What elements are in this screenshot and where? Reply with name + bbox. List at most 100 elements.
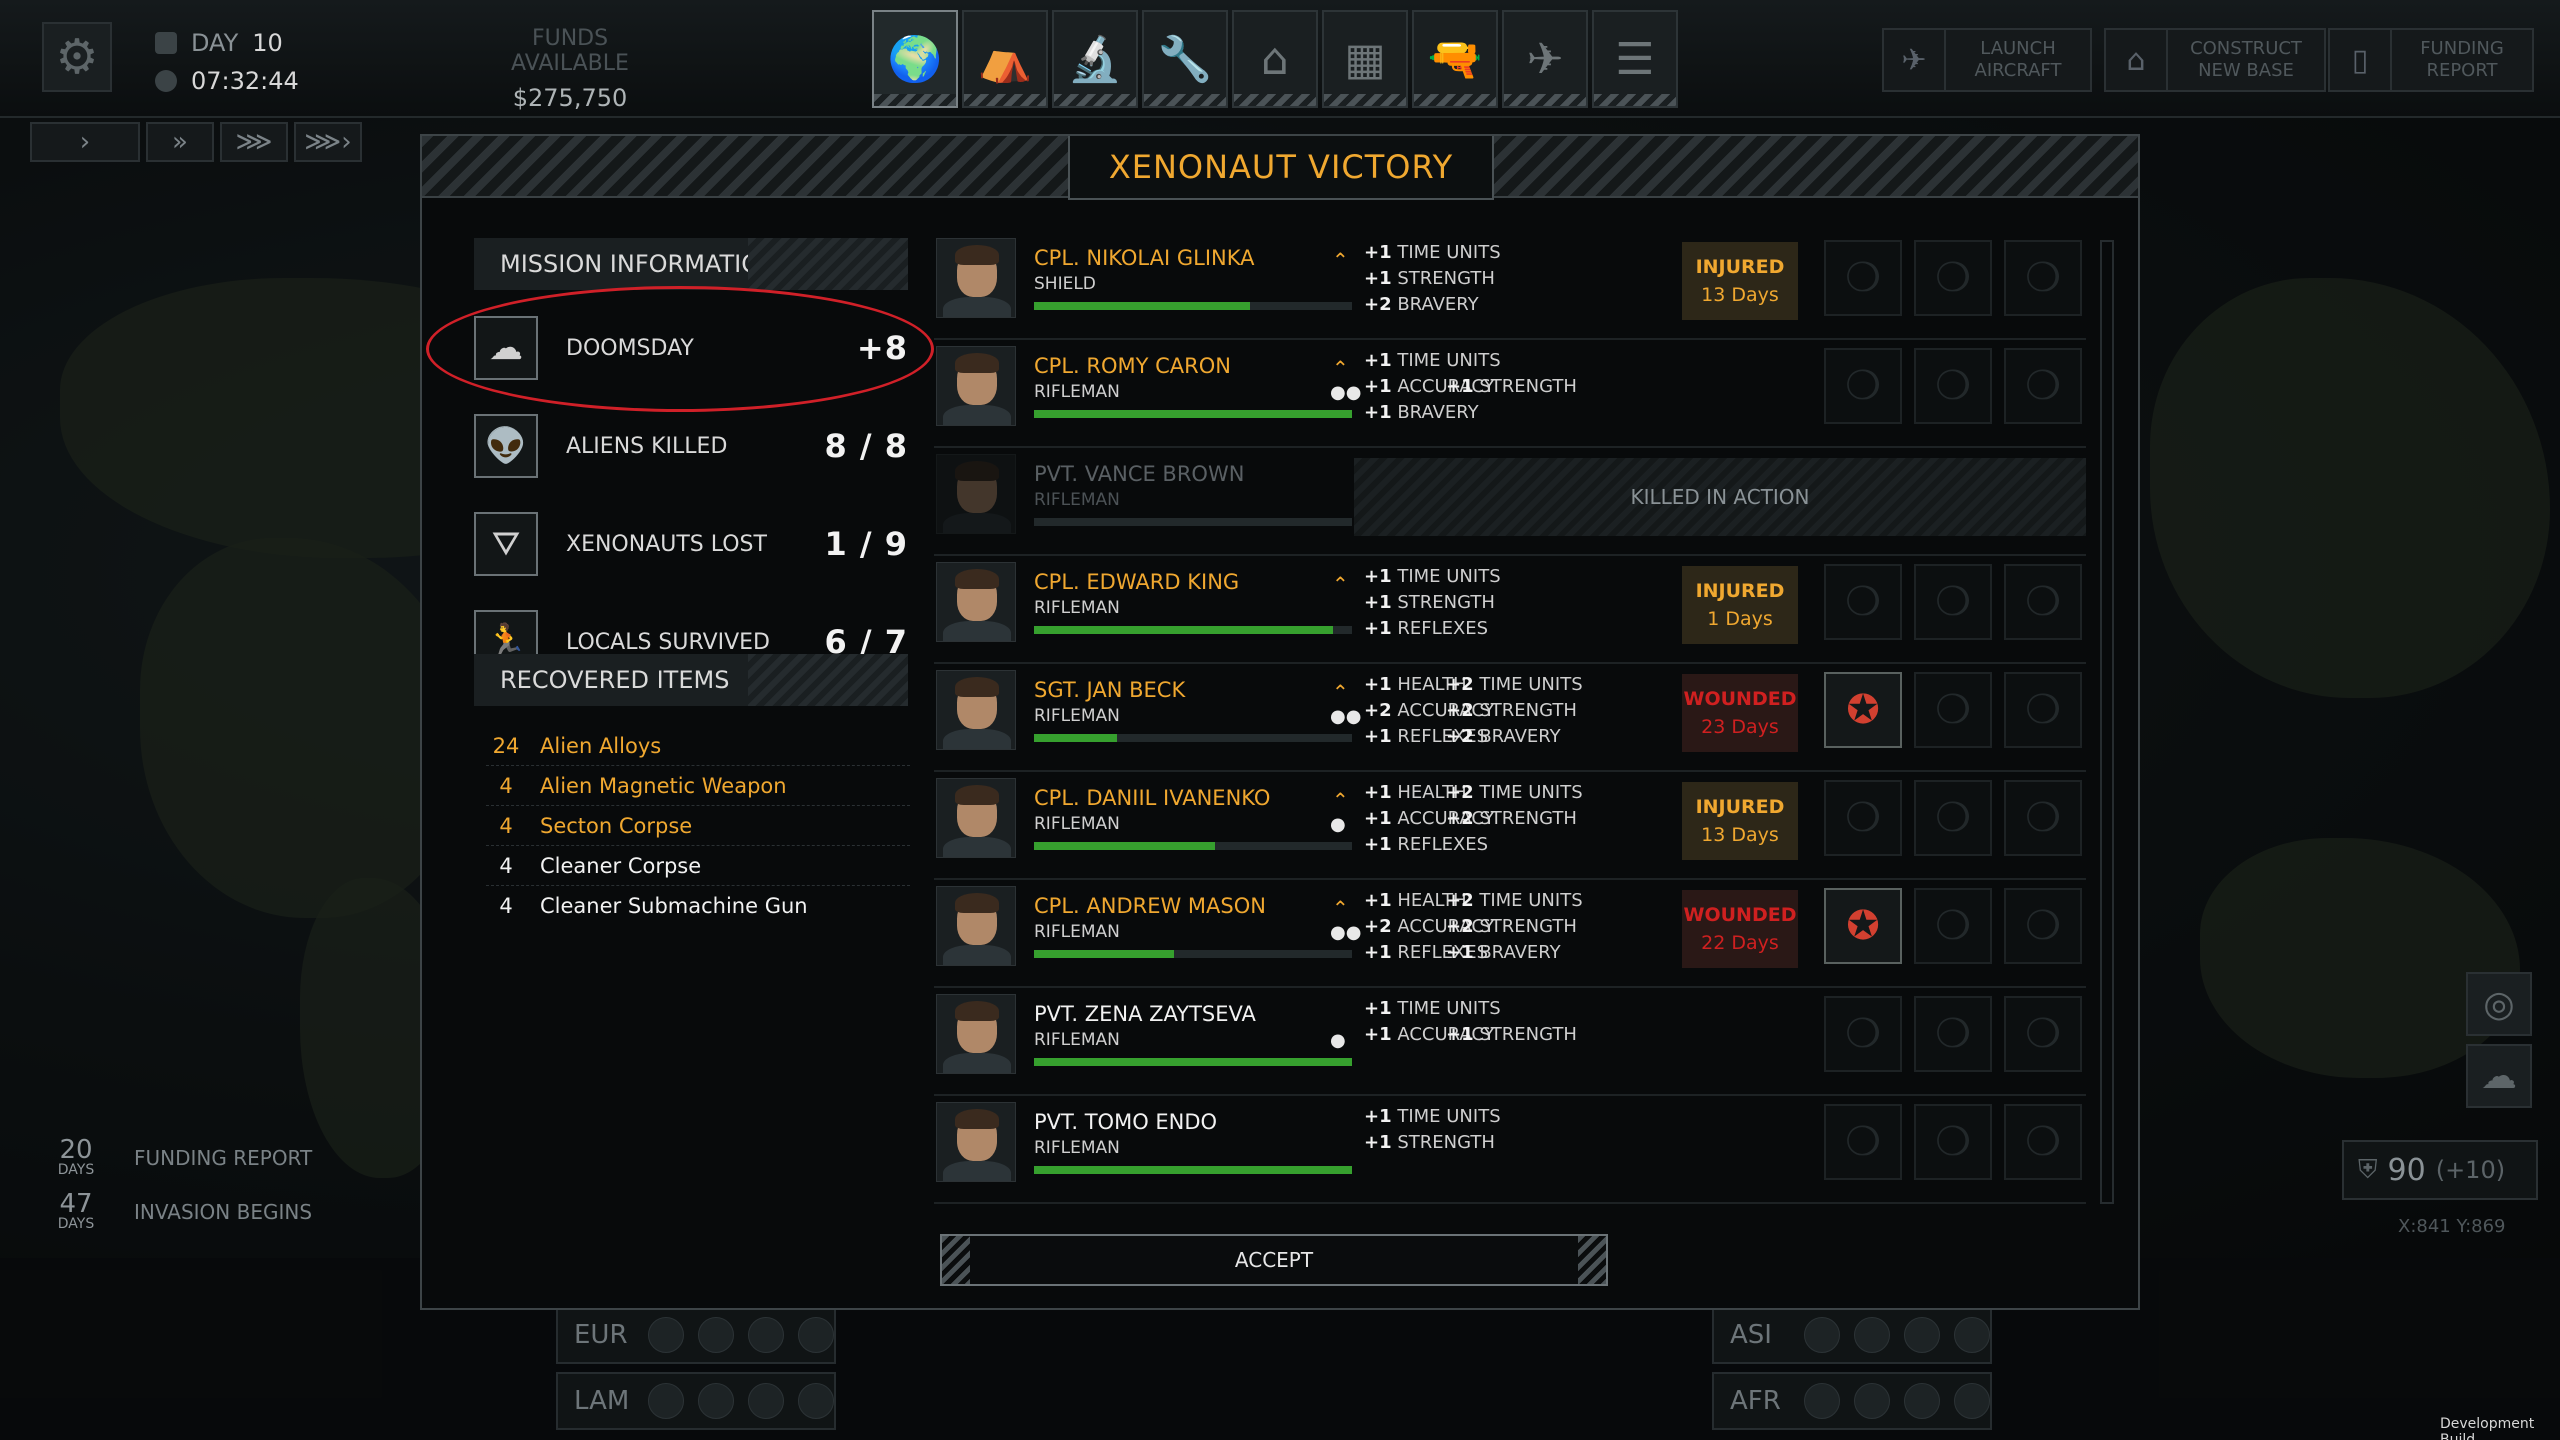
- soldier-name: CPL. NIKOLAI GLINKA: [1034, 246, 1255, 270]
- medal-slot-icon[interactable]: ❍: [1914, 780, 1992, 856]
- soldier-row[interactable]: CPL. ROMY CARON RIFLEMAN ⌃ ●● +1 TIME UNIT…: [934, 340, 2086, 448]
- accept-button[interactable]: ACCEPT: [940, 1234, 1608, 1286]
- medal-slot-icon[interactable]: ❍: [2004, 240, 2082, 316]
- region-asi[interactable]: ASI: [1712, 1306, 1992, 1364]
- soldier-row[interactable]: CPL. ANDREW MASON RIFLEMAN ⌃ ●● +1 HEALTH +…: [934, 880, 2086, 988]
- medal-slot-icon[interactable]: ❍: [1824, 780, 1902, 856]
- medal-slot-icon[interactable]: ❍: [1914, 888, 1992, 964]
- medal-slot-icon[interactable]: ❍: [2004, 672, 2082, 748]
- soldier-portrait: [936, 1102, 1016, 1182]
- soldier-class: RIFLEMAN: [1034, 1138, 1120, 1158]
- soldier-portrait: [936, 562, 1016, 642]
- medal-slots: ❍ ❍ ❍: [1824, 348, 2082, 424]
- soldier-row[interactable]: PVT. TOMO ENDO RIFLEMAN +1 TIME UNITS +1 …: [934, 1096, 2086, 1204]
- medal-awarded-icon[interactable]: ✪: [1824, 888, 1902, 964]
- region-lam[interactable]: LAM: [556, 1372, 836, 1430]
- stats-icon[interactable]: ☰: [1592, 10, 1678, 108]
- stat-gain: +1 TIME UNITS: [1364, 1106, 1501, 1127]
- stat-gain: +2 TIME UNITS: [1446, 782, 1583, 803]
- countdown-label: FUNDING REPORT: [134, 1146, 313, 1170]
- aircraft-icon[interactable]: ✈: [1502, 10, 1588, 108]
- soldiers-icon[interactable]: ⌂: [1232, 10, 1318, 108]
- medal-slot-icon[interactable]: ❍: [1824, 996, 1902, 1072]
- dev-build-label: Development Build: [2440, 1416, 2535, 1440]
- soldier-portrait: [936, 454, 1016, 534]
- kill-skull-icons: ●: [1330, 814, 1346, 835]
- stat-gain: +2 STRENGTH: [1446, 916, 1577, 937]
- dialog-title: XENONAUT VICTORY: [1068, 136, 1494, 200]
- medal-slot-icon[interactable]: ❍: [1914, 240, 1992, 316]
- medal-slot-icon[interactable]: ❍: [1914, 1104, 1992, 1180]
- settings-gear-icon[interactable]: ⚙: [42, 22, 112, 92]
- stat-gain: [1446, 348, 1577, 374]
- medal-slot-icon[interactable]: ❍: [2004, 1104, 2082, 1180]
- globe-icon[interactable]: 🌍: [872, 10, 958, 108]
- medal-slots: ❍ ❍ ❍: [1824, 240, 2082, 316]
- radar-icon[interactable]: ◎: [2466, 972, 2532, 1036]
- soldier-row[interactable]: CPL. EDWARD KING RIFLEMAN ⌃ +1 TIME UNITS…: [934, 556, 2086, 664]
- soldier-portrait: [936, 886, 1016, 966]
- top-bar: ⚙ DAY 10 07:32:44 FUNDS AVAILABLE $275,7…: [0, 0, 2560, 118]
- soldier-name: PVT. ZENA ZAYTSEVA: [1034, 1002, 1256, 1026]
- medal-slot-icon[interactable]: ❍: [2004, 564, 2082, 640]
- mission-stat-label: XENONAUTS LOST: [566, 531, 767, 557]
- status-days: 23 Days: [1701, 716, 1779, 738]
- launch-aircraft-button[interactable]: ✈ LAUNCH AIRCRAFT: [1882, 28, 2092, 92]
- soldier-row[interactable]: PVT. VANCE BROWN RIFLEMAN KILLED IN ACTI…: [934, 448, 2086, 556]
- weapon-icon[interactable]: 🔫: [1412, 10, 1498, 108]
- medal-slot-icon[interactable]: ❍: [1824, 564, 1902, 640]
- countdown-days: 47: [59, 1189, 93, 1219]
- experience-bar: [1034, 950, 1352, 958]
- recovered-items-list: 24 Alien Alloys 4 Alien Magnetic Weapon 4 …: [486, 726, 910, 926]
- medal-slot-icon[interactable]: ❍: [2004, 348, 2082, 424]
- stat-gain: +2 TIME UNITS: [1446, 890, 1583, 911]
- medal-slot-icon[interactable]: ❍: [1914, 996, 1992, 1072]
- soldier-row[interactable]: SGT. JAN BECK RIFLEMAN ⌃ ●● +1 HEALTH +2 AC…: [934, 664, 2086, 772]
- medal-slot-icon[interactable]: ❍: [1914, 564, 1992, 640]
- soldier-row[interactable]: CPL. DANIIL IVANENKO RIFLEMAN ⌃ ● +1 HEALT…: [934, 772, 2086, 880]
- soldier-row[interactable]: PVT. ZENA ZAYTSEVA RIFLEMAN ● +1 TIME UNI…: [934, 988, 2086, 1096]
- speed-4-button[interactable]: ⋙›: [294, 122, 362, 162]
- medal-slot-icon[interactable]: ❍: [1914, 672, 1992, 748]
- medal-slot-icon[interactable]: ❍: [1824, 348, 1902, 424]
- speed-2-button[interactable]: »: [146, 122, 214, 162]
- medal-slot-icon[interactable]: ❍: [2004, 996, 2082, 1072]
- region-eur[interactable]: EUR: [556, 1306, 836, 1364]
- soldier-portrait: [936, 238, 1016, 318]
- clock-icon: [155, 70, 177, 92]
- soldier-row[interactable]: CPL. NIKOLAI GLINKA SHIELD ⌃ +1 TIME UNIT…: [934, 232, 2086, 340]
- kill-skull-icons: ●●: [1330, 382, 1362, 403]
- mission-stat-label: ALIENS KILLED: [566, 433, 728, 459]
- soldier-portrait: [936, 670, 1016, 750]
- scrollbar[interactable]: [2100, 240, 2114, 1204]
- victory-dialog: XENONAUT VICTORY MISSION INFORMATION ☁ D…: [420, 134, 2140, 1310]
- funding-report-button[interactable]: ▯ FUNDING REPORT: [2328, 28, 2534, 92]
- engineering-icon[interactable]: 🔧: [1142, 10, 1228, 108]
- nuke-map-icon[interactable]: ☁: [2466, 1044, 2532, 1108]
- funds-label: FUNDS AVAILABLE: [511, 26, 629, 76]
- medal-slot-icon[interactable]: ❍: [1914, 348, 1992, 424]
- item-quantity: 4: [499, 773, 513, 798]
- base-icon[interactable]: ▦: [1322, 10, 1408, 108]
- medal-slot-icon[interactable]: ❍: [1824, 1104, 1902, 1180]
- status-days: 13 Days: [1701, 284, 1779, 306]
- medal-awarded-icon[interactable]: ✪: [1824, 672, 1902, 748]
- soldier-status-badge: INJURED 13 Days: [1682, 242, 1798, 320]
- medal-slot-icon[interactable]: ❍: [1824, 240, 1902, 316]
- kill-skull-icons: ●: [1330, 1030, 1346, 1051]
- soldier-status-badge: WOUNDED 22 Days: [1682, 890, 1798, 968]
- hangar-icon[interactable]: ⛺: [962, 10, 1048, 108]
- speed-1-button[interactable]: ›: [30, 122, 140, 162]
- stat-gain: +2 BRAVERY: [1446, 726, 1561, 747]
- soldier-class: SHIELD: [1034, 274, 1096, 294]
- construct-base-button[interactable]: ⌂ CONSTRUCT NEW BASE: [2104, 28, 2326, 92]
- medal-slot-icon[interactable]: ❍: [2004, 888, 2082, 964]
- region-afr[interactable]: AFR: [1712, 1372, 1992, 1430]
- speed-3-button[interactable]: ⋙: [220, 122, 288, 162]
- soldier-class: RIFLEMAN: [1034, 598, 1120, 618]
- stat-gain: +1 STRENGTH: [1364, 1132, 1495, 1153]
- soldier-status-badge: WOUNDED 23 Days: [1682, 674, 1798, 752]
- countdown-label: INVASION BEGINS: [134, 1200, 313, 1224]
- medal-slot-icon[interactable]: ❍: [2004, 780, 2082, 856]
- research-icon[interactable]: 🔬: [1052, 10, 1138, 108]
